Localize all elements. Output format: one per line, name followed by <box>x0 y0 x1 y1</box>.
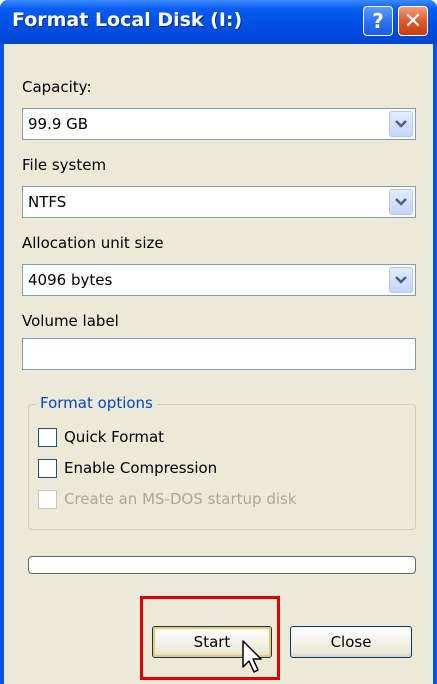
capacity-label: Capacity: <box>22 78 92 96</box>
volume-label-input[interactable] <box>22 338 416 370</box>
enable-compression-label[interactable]: Enable Compression <box>64 459 217 477</box>
quick-format-label[interactable]: Quick Format <box>64 428 164 446</box>
title-bar[interactable]: Format Local Disk (I:) ? ✕ <box>0 0 437 44</box>
chevron-down-icon <box>395 276 407 284</box>
file-system-select[interactable]: NTFS <box>22 186 416 218</box>
allocation-select[interactable]: 4096 bytes <box>22 264 416 296</box>
allocation-label: Allocation unit size <box>22 234 164 252</box>
window-title: Format Local Disk (I:) <box>12 9 243 31</box>
allocation-dropdown-button[interactable] <box>389 267 413 293</box>
enable-compression-checkbox[interactable] <box>38 459 57 478</box>
capacity-dropdown-button[interactable] <box>389 111 413 137</box>
volume-label-label: Volume label <box>22 312 119 330</box>
allocation-value: 4096 bytes <box>28 271 113 289</box>
help-button[interactable]: ? <box>363 6 393 36</box>
file-system-value: NTFS <box>28 193 67 211</box>
close-button[interactable]: Close <box>290 626 412 658</box>
mouse-pointer-icon <box>242 640 262 673</box>
file-system-label: File system <box>22 156 107 174</box>
quick-format-checkbox[interactable] <box>38 428 57 447</box>
format-progress-bar <box>28 556 416 574</box>
format-options-title: Format options <box>36 394 157 412</box>
close-window-button[interactable]: ✕ <box>398 6 428 36</box>
file-system-dropdown-button[interactable] <box>389 189 413 215</box>
chevron-down-icon <box>395 198 407 206</box>
capacity-select[interactable]: 99.9 GB <box>22 108 416 140</box>
msdos-startup-label: Create an MS-DOS startup disk <box>64 490 297 508</box>
msdos-startup-checkbox <box>38 490 57 509</box>
close-button-label: Close <box>330 633 372 651</box>
close-icon: ✕ <box>403 8 423 34</box>
chevron-down-icon <box>395 120 407 128</box>
help-icon: ? <box>372 9 384 33</box>
capacity-value: 99.9 GB <box>28 115 89 133</box>
